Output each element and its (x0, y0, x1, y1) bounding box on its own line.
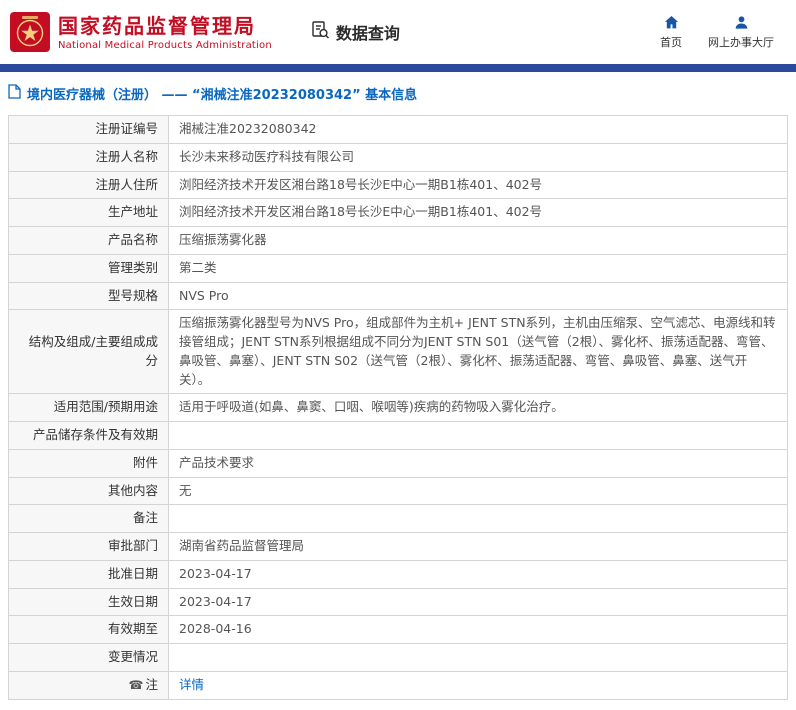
table-row: 其他内容无 (8, 476, 788, 506)
data-query-icon (310, 20, 330, 44)
table-row: ☎ 注 详情 (8, 670, 788, 700)
header: 国家药品监督管理局 National Medical Products Admi… (0, 0, 796, 64)
row-label: 注册人名称 (8, 142, 169, 172)
table-row: 注册证编号 湘械注准20232080342 (8, 115, 788, 144)
breadcrumb-text: 境内医疗器械（注册） —— “湘械注准20232080342” 基本信息 (27, 88, 418, 103)
row-label: 其他内容 (8, 476, 169, 506)
row-label-text: 注 (145, 676, 158, 692)
row-value: 2023-04-17 (168, 559, 788, 589)
row-label: 备注 (8, 504, 169, 533)
table-row: 有效期至 2028-04-16 (8, 615, 788, 644)
table-row: 备注 (8, 504, 788, 533)
table-row: 生效日期 2023-04-17 (8, 587, 788, 617)
nav-service-hall-label: 网上办事大厅 (708, 35, 774, 49)
row-label: 注册人住所 (8, 170, 169, 200)
row-label: 结构及组成/主要组成成分 (8, 309, 169, 395)
table-row: 生产地址 浏阳经济技术开发区湘台路18号长沙E中心一期B1栋401、402号 (8, 198, 788, 227)
table-row: 注册人名称 长沙未来移动医疗科技有限公司 (8, 142, 788, 172)
table-row: 产品储存条件及有效期 (8, 421, 788, 450)
row-label: 管理类别 (8, 253, 169, 283)
home-icon (664, 15, 679, 31)
row-label: 适用范围/预期用途 (8, 393, 169, 422)
row-value: 无 (168, 476, 788, 506)
nav-home[interactable]: 首页 (660, 15, 682, 50)
data-query-label: 数据查询 (335, 24, 400, 43)
agency-brand[interactable]: 国家药品监督管理局 National Medical Products Admi… (10, 12, 272, 52)
row-value (168, 643, 788, 672)
breadcrumb: 境内医疗器械（注册） —— “湘械注准20232080342” 基本信息 (0, 72, 796, 113)
table-row: 适用范围/预期用途 适用于呼吸道(如鼻、鼻窦、口咽、喉咽等)疾病的药物吸入雾化治疗… (8, 393, 788, 422)
details-link[interactable]: 详情 (179, 677, 204, 692)
nav-service-hall[interactable]: 网上办事大厅 (708, 15, 774, 50)
row-value: 产品技术要求 (168, 448, 788, 478)
user-icon (734, 15, 749, 31)
table-row: 批准日期 2023-04-17 (8, 559, 788, 589)
quick-nav: 首页 网上办事大厅 (660, 15, 782, 50)
row-value: 压缩振荡雾化器 (168, 226, 788, 255)
table-row: 结构及组成/主要组成成分 压缩振荡雾化器型号为NVS Pro，组成部件为主机+ J… (8, 309, 788, 395)
row-value: 浏阳经济技术开发区湘台路18号长沙E中心一期B1栋401、402号 (168, 198, 788, 227)
table-row: 注册人住所 浏阳经济技术开发区湘台路18号长沙E中心一期B1栋401、402号 (8, 170, 788, 200)
row-value: 2028-04-16 (168, 615, 788, 644)
row-value: NVS Pro (168, 281, 788, 311)
row-value (168, 504, 788, 533)
row-label: 注册证编号 (8, 115, 169, 144)
table-row: 产品名称 压缩振荡雾化器 (8, 226, 788, 255)
table-row: 型号规格 NVS Pro (8, 281, 788, 311)
table-row: 管理类别 第二类 (8, 253, 788, 283)
row-label: 有效期至 (8, 615, 169, 644)
row-value: 长沙未来移动医疗科技有限公司 (168, 142, 788, 172)
nmpa-emblem-logo (10, 12, 50, 52)
row-label: 产品名称 (8, 226, 169, 255)
row-value: 浏阳经济技术开发区湘台路18号长沙E中心一期B1栋401、402号 (168, 170, 788, 200)
row-value: 适用于呼吸道(如鼻、鼻窦、口咽、喉咽等)疾病的药物吸入雾化治疗。 (168, 393, 788, 422)
row-label: 生效日期 (8, 587, 169, 617)
row-label: 型号规格 (8, 281, 169, 311)
row-label: ☎ 注 (8, 670, 169, 700)
nav-home-label: 首页 (660, 35, 682, 49)
row-label: 变更情况 (8, 643, 169, 672)
agency-name-en: National Medical Products Administration (58, 39, 272, 51)
row-value: 2023-04-17 (168, 587, 788, 617)
table-row: 变更情况 (8, 643, 788, 672)
table-row: 附件 产品技术要求 (8, 448, 788, 478)
page-icon (8, 84, 21, 103)
row-label: 生产地址 (8, 198, 169, 227)
brand-text: 国家药品监督管理局 National Medical Products Admi… (58, 14, 272, 51)
row-value: 湖南省药品监督管理局 (168, 532, 788, 561)
row-label: 审批部门 (8, 532, 169, 561)
data-query-title: 数据查询 (310, 20, 400, 44)
row-value: 湘械注准20232080342 (168, 115, 788, 144)
registration-info-table: 注册证编号 湘械注准20232080342 注册人名称 长沙未来移动医疗科技有限公司… (8, 115, 788, 700)
row-label: 批准日期 (8, 559, 169, 589)
agency-name-cn: 国家药品监督管理局 (58, 13, 256, 38)
note-icon: ☎ (128, 677, 144, 692)
row-value: 第二类 (168, 253, 788, 283)
row-value: 详情 (168, 670, 788, 700)
table-row: 审批部门 湖南省药品监督管理局 (8, 532, 788, 561)
row-label: 附件 (8, 448, 169, 478)
row-value (168, 421, 788, 450)
row-label: 产品储存条件及有效期 (8, 421, 169, 450)
header-divider-bar (0, 64, 796, 72)
row-value: 压缩振荡雾化器型号为NVS Pro，组成部件为主机+ JENT STN系列，主机… (168, 309, 788, 395)
